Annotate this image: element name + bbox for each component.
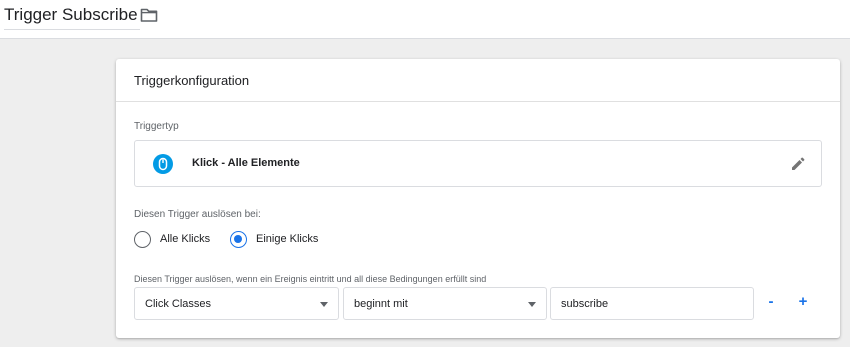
trigger-name-field[interactable]: Trigger Subscribe (4, 4, 140, 30)
mouse-icon (153, 154, 173, 174)
conditions-label: Diesen Trigger auslösen, wenn ein Ereign… (134, 274, 487, 284)
pencil-icon[interactable] (789, 155, 807, 173)
page-title: Trigger Subscribe (4, 5, 138, 24)
chevron-down-icon (320, 302, 328, 307)
condition-variable-select[interactable]: Click Classes (134, 287, 339, 320)
trigger-type-selector[interactable]: Klick - Alle Elemente (134, 140, 822, 187)
trigger-type-value: Klick - Alle Elemente (192, 157, 300, 169)
card-title: Triggerkonfiguration (116, 59, 840, 102)
condition-operator-value: beginnt mit (354, 298, 408, 310)
radio-some-clicks[interactable] (230, 231, 247, 248)
radio-all-clicks-label[interactable]: Alle Klicks (160, 233, 210, 245)
remove-condition-button[interactable]: - (764, 294, 778, 310)
condition-operator-select[interactable]: beginnt mit (343, 287, 547, 320)
chevron-down-icon (528, 302, 536, 307)
radio-some-clicks-label[interactable]: Einige Klicks (256, 233, 318, 245)
condition-value-text: subscribe (561, 298, 609, 310)
condition-variable-value: Click Classes (145, 298, 212, 310)
radio-all-clicks[interactable] (134, 231, 151, 248)
condition-value-input[interactable]: subscribe (550, 287, 754, 320)
trigger-type-label: Triggertyp (134, 121, 179, 132)
top-bar: Trigger Subscribe (0, 0, 850, 39)
trigger-config-card: Triggerkonfiguration Triggertyp Klick - … (116, 59, 840, 338)
fire-on-label: Diesen Trigger auslösen bei: (134, 209, 261, 220)
add-condition-button[interactable]: + (796, 294, 810, 310)
folder-icon[interactable] (140, 7, 158, 23)
